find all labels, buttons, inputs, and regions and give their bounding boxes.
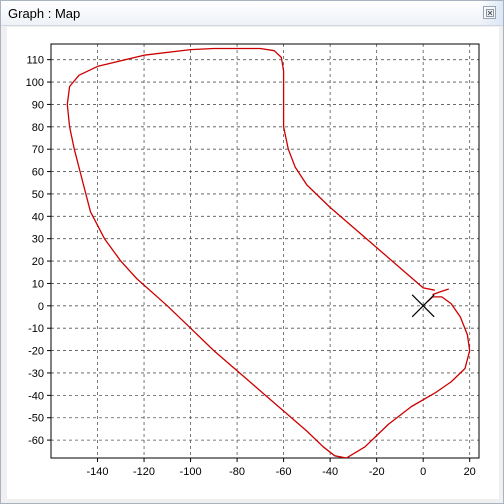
graph-window: Graph : Map -140 -120 -100 -80 -60 -40 -20 0 20 1… bbox=[0, 0, 504, 504]
y-tick-label: 90 bbox=[32, 99, 44, 111]
y-tick-label: -40 bbox=[28, 390, 44, 402]
x-tick-label: -20 bbox=[369, 466, 385, 478]
close-button[interactable] bbox=[483, 6, 496, 19]
x-tick-label: -140 bbox=[87, 466, 109, 478]
x-tick-label: 0 bbox=[420, 466, 426, 478]
y-tick-label: 80 bbox=[32, 122, 44, 134]
x-tick-label: -120 bbox=[133, 466, 155, 478]
window-title: Graph : Map bbox=[8, 6, 81, 21]
y-tick-label: 20 bbox=[32, 256, 44, 268]
window-titlebar[interactable]: Graph : Map bbox=[1, 1, 503, 26]
y-tick-label: -30 bbox=[28, 368, 44, 380]
y-tick-label: 0 bbox=[38, 301, 44, 313]
x-tick-label: -40 bbox=[322, 466, 338, 478]
y-tick-label: 70 bbox=[32, 144, 44, 156]
y-tick-label: -50 bbox=[28, 413, 44, 425]
close-icon bbox=[486, 9, 494, 17]
y-tick-label: -60 bbox=[28, 435, 44, 447]
y-tick-label: 30 bbox=[32, 234, 44, 246]
y-tick-label: 110 bbox=[26, 55, 44, 67]
y-tick-label: 60 bbox=[32, 167, 44, 179]
y-tick-label: 100 bbox=[26, 77, 44, 89]
y-tick-label: 50 bbox=[32, 189, 44, 201]
plot-area[interactable]: -140 -120 -100 -80 -60 -40 -20 0 20 110 100 90 80 70 6… bbox=[7, 27, 499, 499]
plot-background bbox=[51, 44, 479, 458]
x-tick-label: -100 bbox=[180, 466, 202, 478]
y-tick-label: -20 bbox=[28, 346, 44, 358]
x-tick-label: -80 bbox=[229, 466, 245, 478]
x-tick-label: 20 bbox=[464, 466, 476, 478]
y-tick-label: 40 bbox=[32, 211, 44, 223]
x-tick-label: -60 bbox=[276, 466, 292, 478]
y-tick-label: -10 bbox=[28, 323, 44, 335]
map-chart[interactable]: -140 -120 -100 -80 -60 -40 -20 0 201101009080706… bbox=[7, 27, 499, 499]
y-tick-label: 10 bbox=[32, 278, 44, 290]
